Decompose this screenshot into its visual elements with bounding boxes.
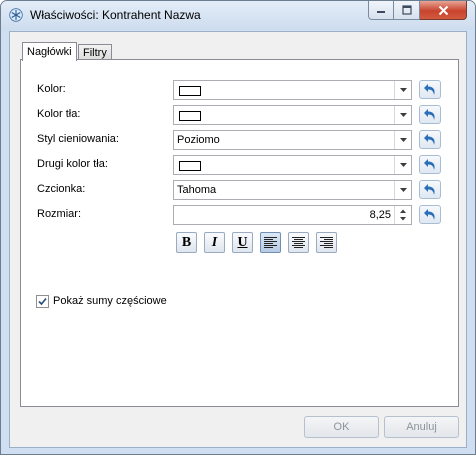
label-rozmiar: Rozmiar: xyxy=(37,208,82,220)
undo-arrow-icon xyxy=(424,109,435,120)
bold-label: B xyxy=(181,234,192,250)
label-kolor-tla: Kolor tła: xyxy=(37,108,81,120)
styl-cieniowania-select[interactable]: Poziomo xyxy=(173,130,412,150)
snowflake-app-icon xyxy=(9,8,23,22)
styl-reset-button[interactable] xyxy=(419,130,441,149)
drugi-kolor-tla-color-picker[interactable] xyxy=(173,155,412,175)
pokaz-sumy-label[interactable]: Pokaż sumy częściowe xyxy=(53,295,167,307)
czcionka-value: Tahoma xyxy=(177,184,217,196)
bold-button[interactable]: B xyxy=(176,232,197,253)
label-drugi-kolor-tla: Drugi kolor tła: xyxy=(37,158,108,170)
spin-up-down-icon xyxy=(400,209,406,221)
undo-arrow-icon xyxy=(424,84,435,95)
kolor-tla-color-picker[interactable] xyxy=(173,105,412,125)
pokaz-sumy-checkbox[interactable] xyxy=(36,295,49,308)
align-left-icon xyxy=(264,237,277,248)
underline-label: U xyxy=(237,234,248,250)
window-title: Właściwości: Kontrahent Nazwa xyxy=(30,8,201,22)
czcionka-select[interactable]: Tahoma xyxy=(173,180,412,200)
ok-button[interactable]: OK xyxy=(304,416,379,438)
kolor-tla-reset-button[interactable] xyxy=(419,105,441,124)
chevron-down-icon[interactable] xyxy=(394,106,411,124)
minimize-button[interactable] xyxy=(368,1,394,20)
styl-cieniowania-value: Poziomo xyxy=(177,134,220,146)
align-right-icon xyxy=(320,237,333,248)
chevron-down-icon[interactable] xyxy=(394,81,411,99)
close-icon xyxy=(438,5,448,15)
label-czcionka: Czcionka: xyxy=(37,183,86,195)
title-bar[interactable]: Właściwości: Kontrahent Nazwa xyxy=(1,1,475,30)
cancel-button[interactable]: Anuluj xyxy=(384,416,459,438)
italic-button[interactable]: I xyxy=(204,232,225,253)
underline-button[interactable]: U xyxy=(232,232,253,253)
align-center-icon xyxy=(292,237,305,248)
tab-naglowki[interactable]: Nagłówki xyxy=(22,42,77,61)
align-center-button[interactable] xyxy=(288,232,309,253)
kolor-reset-button[interactable] xyxy=(419,80,441,99)
spin-arrows[interactable] xyxy=(394,206,411,224)
undo-arrow-icon xyxy=(424,209,435,220)
italic-label: I xyxy=(211,234,218,250)
maximize-button[interactable] xyxy=(394,1,420,20)
minimize-icon xyxy=(377,11,385,13)
kolor-swatch xyxy=(179,86,201,96)
undo-arrow-icon xyxy=(424,159,435,170)
rozmiar-spinner[interactable]: 8,25 xyxy=(173,205,412,225)
dialog-client-area: Nagłówki Filtry Kolor: Kolor tła: Styl c… xyxy=(9,31,467,448)
tab-panel-naglowki: Kolor: Kolor tła: Styl cieniowania: Pozi… xyxy=(20,59,459,407)
rozmiar-reset-button[interactable] xyxy=(419,205,441,224)
undo-arrow-icon xyxy=(424,134,435,145)
tab-filtry[interactable]: Filtry xyxy=(78,44,112,60)
label-kolor: Kolor: xyxy=(37,83,66,95)
rozmiar-value: 8,25 xyxy=(369,209,391,221)
czcionka-reset-button[interactable] xyxy=(419,180,441,199)
align-right-button[interactable] xyxy=(316,232,337,253)
kolor-tla-swatch xyxy=(179,111,201,121)
align-left-button[interactable] xyxy=(260,232,281,253)
undo-arrow-icon xyxy=(424,184,435,195)
label-styl-cieniowania: Styl cieniowania: xyxy=(37,133,119,145)
maximize-icon xyxy=(401,5,412,15)
drugi-kolor-swatch xyxy=(179,161,201,171)
drugi-kolor-reset-button[interactable] xyxy=(419,155,441,174)
chevron-down-icon[interactable] xyxy=(394,156,411,174)
close-button[interactable] xyxy=(420,1,467,20)
checkmark-icon xyxy=(38,297,47,306)
chevron-down-icon[interactable] xyxy=(394,181,411,199)
kolor-color-picker[interactable] xyxy=(173,80,412,100)
properties-dialog: Właściwości: Kontrahent Nazwa Nagłówki F… xyxy=(0,0,476,455)
chevron-down-icon[interactable] xyxy=(394,131,411,149)
